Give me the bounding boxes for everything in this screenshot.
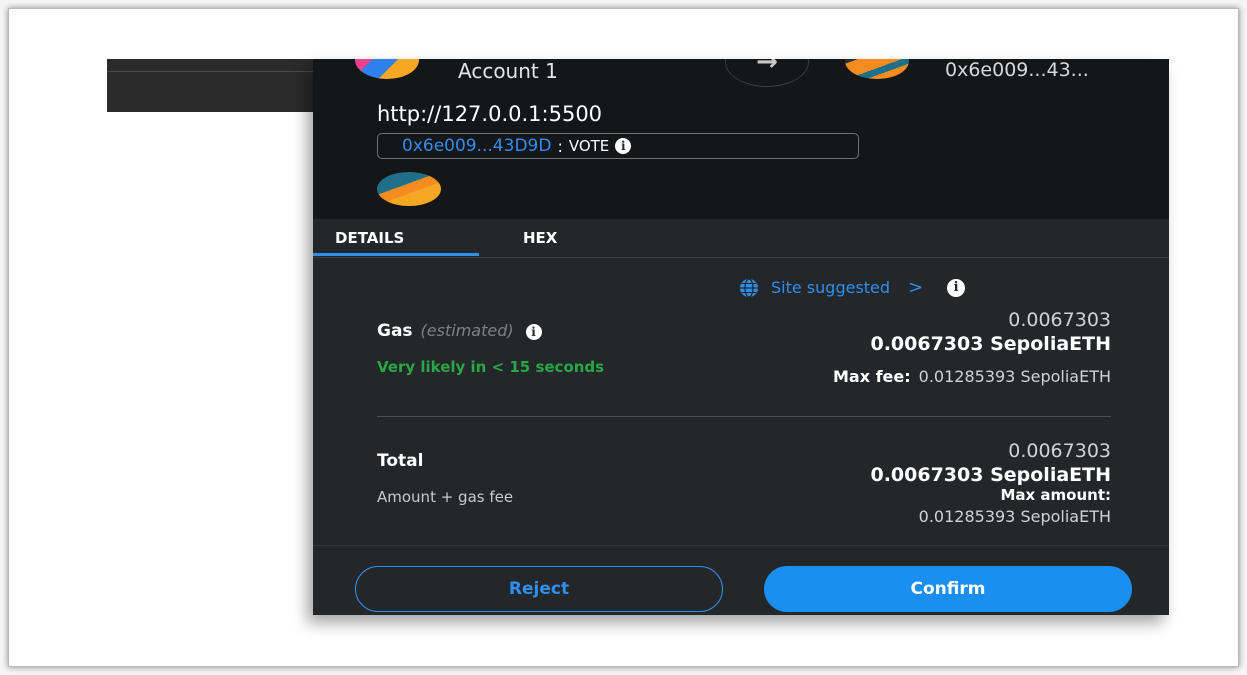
max-amount-value: 0.01285393 SepoliaETH xyxy=(918,507,1111,526)
contract-method-pill: 0x6e009...43D9D : VOTE i xyxy=(377,133,859,159)
popup-header: Account 1 → 0x6e009...43... http://127.0… xyxy=(313,59,1169,219)
gas-eth-value: 0.0067303 SepoliaETH xyxy=(870,333,1111,355)
confirm-button[interactable]: Confirm xyxy=(764,566,1132,612)
max-amount-label: Max amount: xyxy=(1000,486,1111,504)
gas-time-estimate: Very likely in < 15 seconds xyxy=(377,358,605,376)
max-fee-label: Max fee: xyxy=(832,367,911,386)
total-label: Total xyxy=(377,451,424,471)
recipient-address[interactable]: 0x6e009...43... xyxy=(945,59,1089,81)
tab-hex[interactable]: HEX xyxy=(523,229,557,247)
tab-details[interactable]: DETAILS xyxy=(335,229,404,247)
background-window xyxy=(107,59,313,112)
reject-button[interactable]: Reject xyxy=(355,566,723,612)
transaction-confirmation-popup: Account 1 → 0x6e009...43... http://127.0… xyxy=(313,59,1169,615)
recipient-avatar xyxy=(845,59,909,79)
info-icon[interactable]: i xyxy=(525,324,542,340)
tab-bar: DETAILS HEX xyxy=(313,219,1169,258)
footer-divider xyxy=(313,545,1169,546)
max-fee-value: 0.01285393 SepoliaETH xyxy=(918,367,1111,386)
chevron-right-icon: > xyxy=(908,277,924,298)
account-avatar[interactable] xyxy=(355,59,419,79)
contract-address-link[interactable]: 0x6e009...43D9D xyxy=(402,136,551,156)
globe-icon xyxy=(740,277,758,298)
gas-label: Gas (estimated) i xyxy=(377,321,542,341)
contract-method-name: VOTE xyxy=(568,137,610,155)
screenshot-frame: Account 1 → 0x6e009...43... http://127.0… xyxy=(8,8,1239,667)
gas-estimated-note: (estimated) xyxy=(420,321,514,340)
arrow-right-icon: → xyxy=(725,59,809,87)
info-icon[interactable]: i xyxy=(615,138,632,154)
max-fee: Max fee: 0.01285393 SepoliaETH xyxy=(833,367,1111,386)
section-divider xyxy=(377,416,1111,417)
gas-title: Gas xyxy=(377,321,413,341)
site-avatar xyxy=(377,172,441,206)
contract-separator: : xyxy=(557,136,563,156)
site-origin: http://127.0.0.1:5500 xyxy=(377,102,603,126)
total-primary-value: 0.0067303 xyxy=(1008,440,1111,462)
site-suggested-label: Site suggested xyxy=(771,278,891,297)
gas-primary-value: 0.0067303 xyxy=(1008,309,1111,331)
site-suggested-button[interactable]: Site suggested > i xyxy=(739,277,966,298)
account-name[interactable]: Account 1 xyxy=(458,59,558,83)
total-subtitle: Amount + gas fee xyxy=(377,488,514,506)
total-eth-value: 0.0067303 SepoliaETH xyxy=(870,464,1111,486)
info-icon[interactable]: i xyxy=(947,278,966,297)
active-tab-indicator xyxy=(313,253,479,256)
